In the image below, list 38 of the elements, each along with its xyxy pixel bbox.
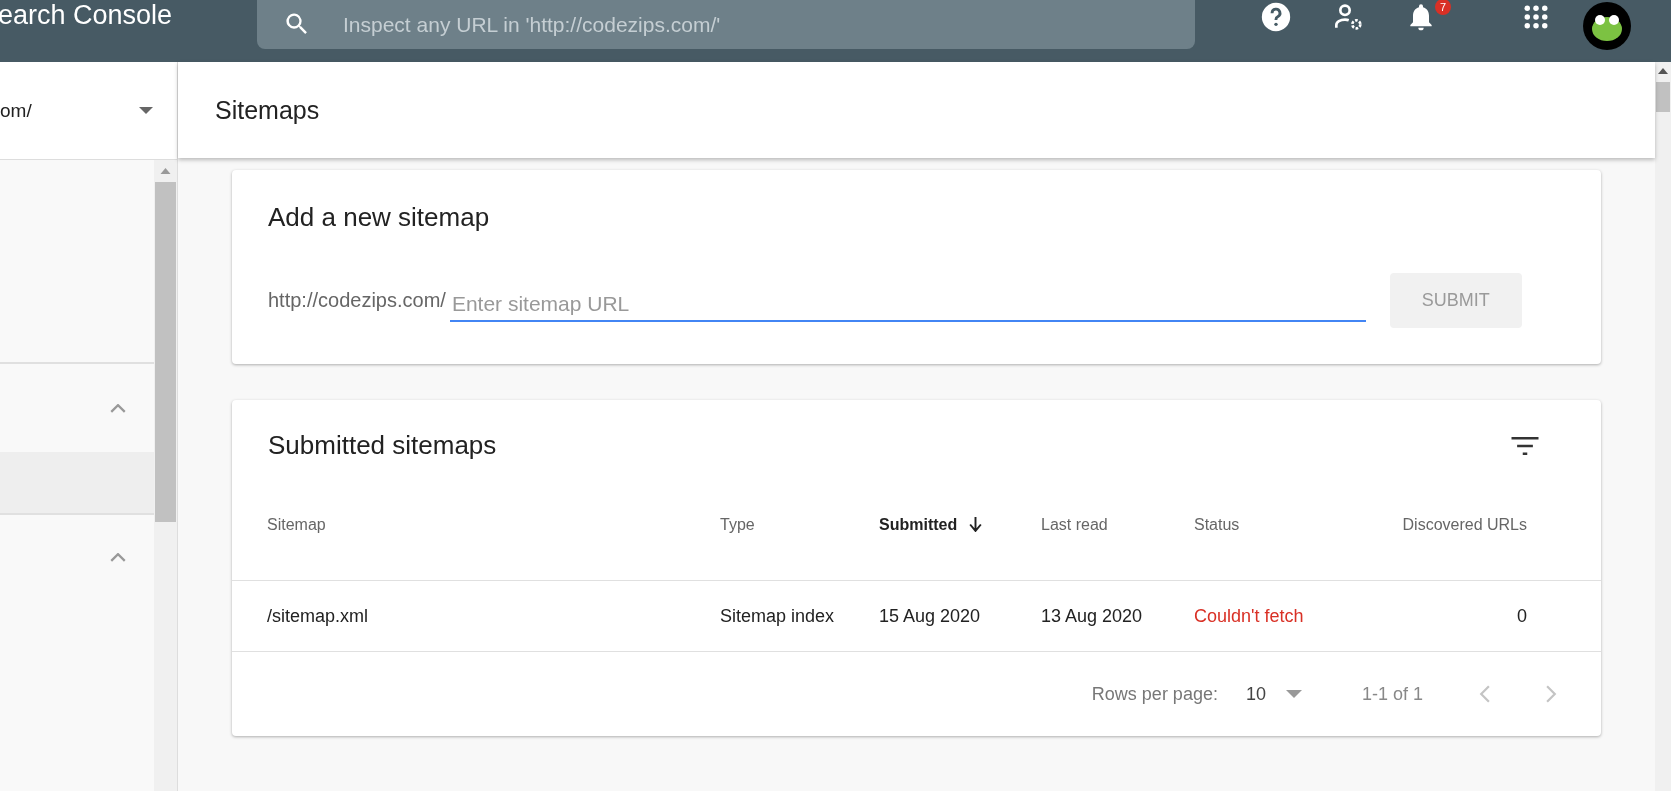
- table-cell-text: 0: [1516, 605, 1527, 627]
- page-range: 1-1 of 1: [1361, 683, 1423, 705]
- column-header[interactable]: Status: [1194, 515, 1240, 534]
- sort-arrow-icon: [969, 517, 983, 532]
- scroll-up-icon: [160, 168, 171, 174]
- scroll-thumb[interactable]: [1656, 82, 1670, 112]
- sidebar-item[interactable]: [0, 452, 154, 513]
- dropdown-arrow-icon: [139, 107, 153, 114]
- app-title: earch Console: [0, 0, 174, 30]
- scrollbar[interactable]: [154, 160, 177, 791]
- notification-badge: 7: [1435, 0, 1451, 15]
- status-text: Couldn't fetch: [1194, 605, 1305, 627]
- scroll-up-icon: [1658, 68, 1668, 74]
- user-settings-icon[interactable]: [1333, 1, 1365, 33]
- table-row[interactable]: /sitemap.xml Sitemap index 15 Aug 2020 13 Aug 2020 Couldn't fetch 0: [232, 581, 1601, 652]
- filter-icon[interactable]: [1511, 436, 1539, 455]
- property-selector[interactable]: om/: [0, 62, 177, 160]
- column-header[interactable]: Sitemap: [267, 515, 326, 534]
- column-header[interactable]: Type: [720, 515, 755, 534]
- table-cell-text: /sitemap.xml: [267, 605, 370, 627]
- page-scrollbar[interactable]: [1655, 62, 1671, 791]
- rows-per-page-select[interactable]: 10: [1245, 683, 1302, 705]
- table-cell-text: 13 Aug 2020: [1041, 605, 1144, 627]
- column-header[interactable]: Discovered URLs: [1402, 515, 1527, 534]
- card-title: Submitted sitemaps: [268, 430, 497, 461]
- avatar-icon[interactable]: [1583, 2, 1631, 50]
- url-prefix: http://codezips.com/: [268, 289, 446, 312]
- search-field[interactable]: Inspect any URL in 'http://codezips.com/': [257, 0, 1195, 49]
- column-header[interactable]: Submitted: [879, 515, 958, 534]
- column-header[interactable]: Last read: [1041, 515, 1108, 534]
- page-title: Sitemaps: [215, 95, 320, 125]
- scroll-thumb[interactable]: [155, 182, 176, 522]
- help-icon[interactable]: [1259, 0, 1293, 34]
- dropdown-arrow-icon: [1285, 690, 1302, 698]
- table-cell-text: 15 Aug 2020: [879, 605, 982, 627]
- card-title: Add a new sitemap: [268, 202, 491, 233]
- table-cell-text: Sitemap index: [720, 605, 836, 627]
- rows-per-page-label: Rows per page:: [1091, 683, 1218, 705]
